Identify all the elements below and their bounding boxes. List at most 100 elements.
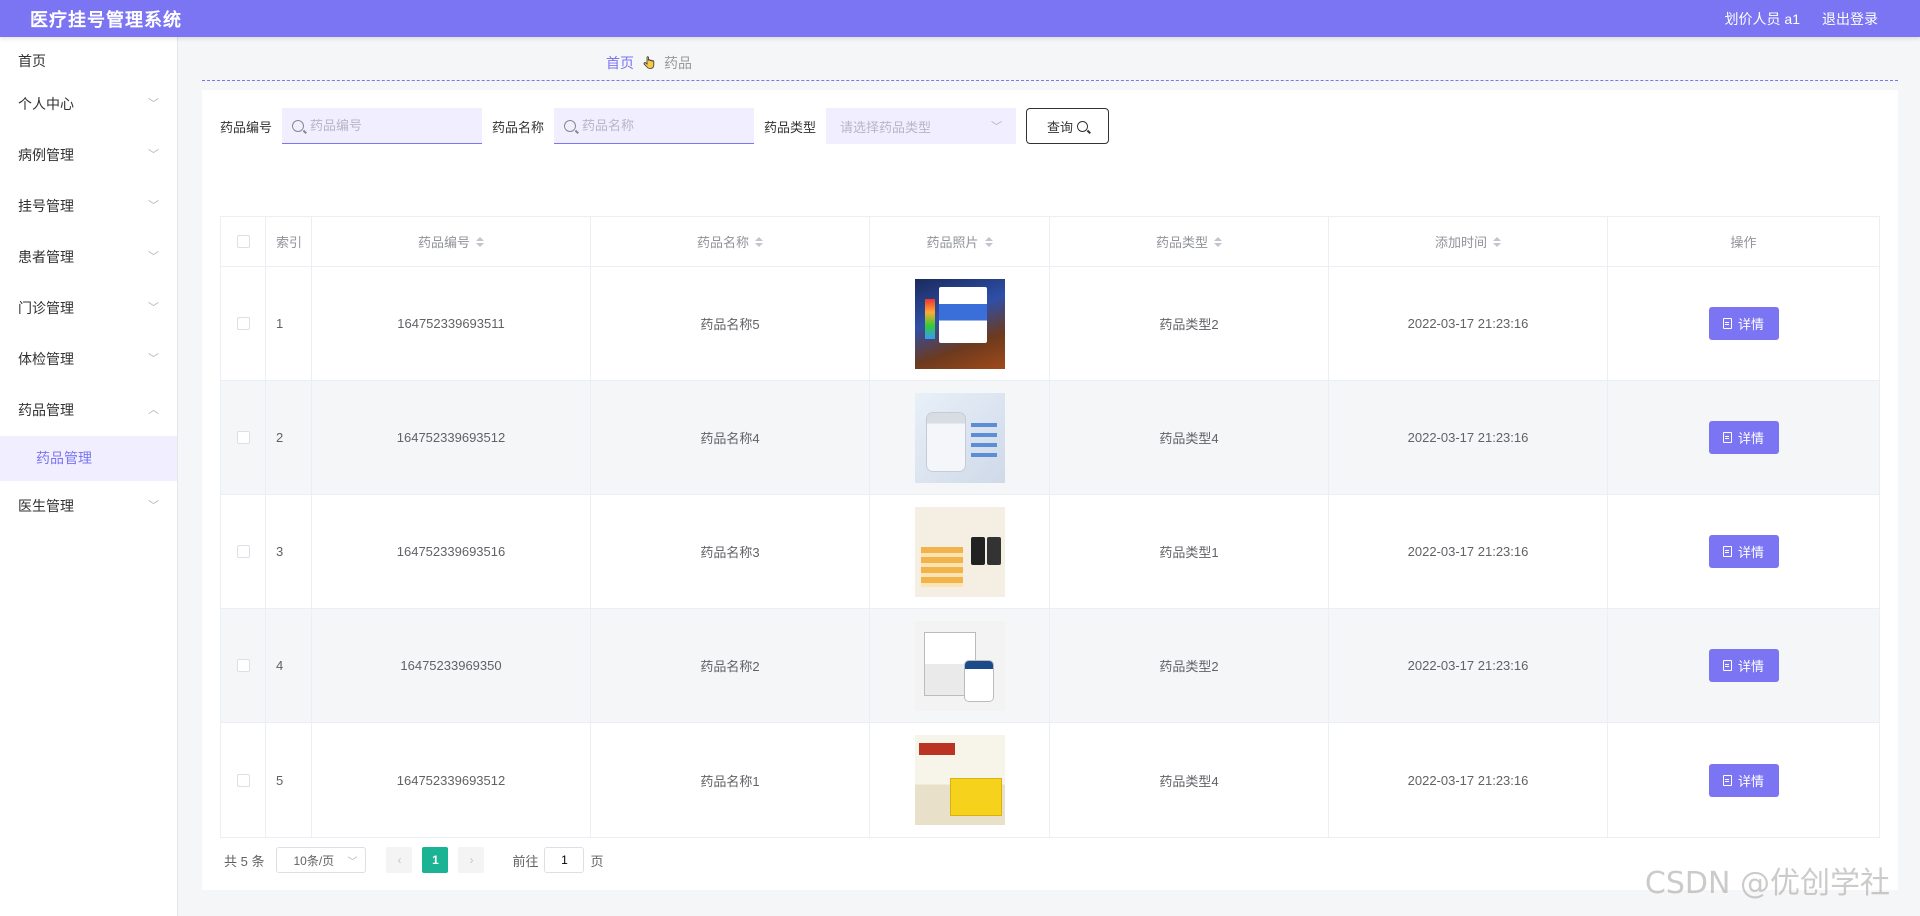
header-time[interactable]: 添加时间	[1329, 217, 1608, 266]
sidebar-item-medicine[interactable]: 药品管理 ︿	[0, 385, 177, 436]
row-name: 药品名称5	[591, 267, 870, 380]
header-checkbox-cell	[221, 217, 266, 266]
name-search-field[interactable]	[554, 108, 755, 144]
sidebar-item-personal-center[interactable]: 个人中心 ﹀	[0, 79, 177, 130]
hand-pointer-icon	[642, 56, 656, 70]
detail-button[interactable]: 详情	[1708, 649, 1779, 682]
row-code: 164752339693512	[312, 381, 591, 494]
watermark: CSDN @优创学社	[1644, 866, 1890, 901]
header-op: 操作	[1730, 235, 1757, 250]
select-all-checkbox[interactable]	[236, 235, 250, 248]
row-checkbox-cell	[221, 723, 266, 837]
detail-button[interactable]: 详情	[1708, 763, 1779, 797]
detail-button-label: 详情	[1737, 773, 1764, 789]
table-row: 5 164752339693512 药品名称1 药品类型4 2022-03-17…	[221, 723, 1879, 837]
sidebar-item-label: 体检管理	[18, 351, 74, 367]
detail-button-label: 详情	[1737, 659, 1764, 674]
row-checkbox[interactable]	[236, 545, 250, 558]
row-code: 16475233969350	[312, 609, 591, 722]
chevron-down-icon: ﹀	[148, 500, 159, 512]
breadcrumb: 首页 药品	[606, 53, 692, 73]
sidebar-item-registration[interactable]: 挂号管理 ﹀	[0, 181, 177, 232]
header-type[interactable]: 药品类型	[1050, 217, 1329, 266]
detail-button[interactable]: 详情	[1708, 421, 1779, 454]
sidebar-subitem-medicine-management[interactable]: 药品管理	[0, 436, 177, 481]
row-checkbox[interactable]	[236, 659, 250, 672]
row-time: 2022-03-17 21:23:16	[1329, 609, 1608, 722]
row-time: 2022-03-17 21:23:16	[1329, 381, 1608, 494]
medicine-photo[interactable]	[914, 735, 1005, 825]
header-name[interactable]: 药品名称	[591, 217, 870, 266]
main-panel: 药品编号 药品名称 药品类型 请选择药品类型 ﹀ 查询 索引 药品编号 药品名称…	[202, 90, 1898, 890]
sidebar-item-label: 病例管理	[18, 147, 74, 163]
prev-page-button[interactable]: ‹	[386, 847, 413, 873]
medicine-photo[interactable]	[914, 506, 1005, 597]
name-search-input[interactable]	[582, 118, 743, 133]
detail-button[interactable]: 详情	[1708, 307, 1779, 340]
row-image-cell	[870, 267, 1050, 380]
sidebar-item-home[interactable]: 首页	[0, 37, 177, 79]
chevron-down-icon: ﹀	[148, 251, 159, 263]
logout-link[interactable]: 退出登录	[1822, 9, 1878, 29]
code-search-field[interactable]	[282, 108, 483, 144]
sort-icon[interactable]	[1493, 236, 1501, 247]
user-label[interactable]: 划价人员 a1	[1725, 9, 1800, 29]
type-select-placeholder: 请选择药品类型	[840, 119, 932, 135]
query-button[interactable]: 查询	[1026, 108, 1110, 144]
divider	[202, 80, 1898, 81]
row-checkbox-cell	[221, 381, 266, 494]
page-number-button[interactable]: 1	[422, 847, 449, 873]
next-page-button[interactable]: ›	[458, 847, 485, 873]
row-index: 1	[266, 267, 312, 380]
sidebar-item-label: 患者管理	[18, 249, 74, 265]
row-index: 3	[266, 495, 312, 608]
goto-page-input[interactable]	[544, 847, 585, 873]
row-name: 药品名称4	[591, 381, 870, 494]
sidebar-item-label: 个人中心	[18, 96, 74, 112]
type-select[interactable]: 请选择药品类型 ﹀	[826, 108, 1017, 144]
pagination-total: 共 5 条	[224, 853, 265, 869]
page-unit-label: 页	[590, 853, 604, 869]
row-op: 详情	[1608, 267, 1879, 380]
detail-button-label: 详情	[1737, 431, 1764, 446]
chevron-down-icon: ﹀	[148, 149, 159, 161]
sidebar-item-patients[interactable]: 患者管理 ﹀	[0, 232, 177, 283]
row-image-cell	[870, 723, 1050, 837]
row-checkbox[interactable]	[236, 317, 250, 330]
row-time: 2022-03-17 21:23:16	[1329, 723, 1608, 837]
sort-icon[interactable]	[1214, 236, 1222, 247]
detail-button-label: 详情	[1737, 545, 1764, 560]
sort-icon[interactable]	[476, 236, 484, 247]
document-icon	[1722, 432, 1732, 443]
row-code: 164752339693512	[312, 723, 591, 837]
page-size-select[interactable]: 10条/页 ﹀	[276, 847, 367, 873]
row-checkbox[interactable]	[236, 431, 250, 444]
sidebar-item-label: 首页	[18, 53, 46, 69]
sidebar-item-cases[interactable]: 病例管理 ﹀	[0, 130, 177, 181]
sidebar-item-outpatient[interactable]: 门诊管理 ﹀	[0, 283, 177, 334]
sort-icon[interactable]	[984, 236, 993, 247]
detail-button-label: 详情	[1737, 317, 1764, 332]
sort-icon[interactable]	[755, 236, 763, 247]
row-checkbox[interactable]	[236, 773, 250, 787]
sidebar-item-checkup[interactable]: 体检管理 ﹀	[0, 334, 177, 385]
header-image[interactable]: 药品照片	[870, 217, 1050, 266]
detail-button[interactable]: 详情	[1708, 535, 1779, 568]
breadcrumb-home[interactable]: 首页	[606, 53, 634, 73]
header-code[interactable]: 药品编号	[312, 217, 591, 266]
chevron-up-icon: ︿	[148, 404, 159, 416]
document-icon	[1722, 318, 1732, 329]
chevron-down-icon: ﹀	[148, 200, 159, 212]
search-icon	[292, 119, 305, 132]
sidebar-item-doctors[interactable]: 医生管理 ﹀	[0, 481, 177, 532]
top-bar-actions: 划价人员 a1 退出登录	[1725, 9, 1878, 29]
medicine-photo[interactable]	[914, 392, 1005, 483]
medicine-photo[interactable]	[914, 620, 1005, 711]
row-type: 药品类型4	[1050, 723, 1329, 837]
code-search-input[interactable]	[310, 118, 471, 133]
row-index: 4	[266, 609, 312, 722]
row-code: 164752339693516	[312, 495, 591, 608]
chevron-left-icon: ‹	[397, 853, 402, 867]
query-button-label: 查询	[1047, 119, 1074, 135]
medicine-photo[interactable]	[914, 278, 1005, 369]
